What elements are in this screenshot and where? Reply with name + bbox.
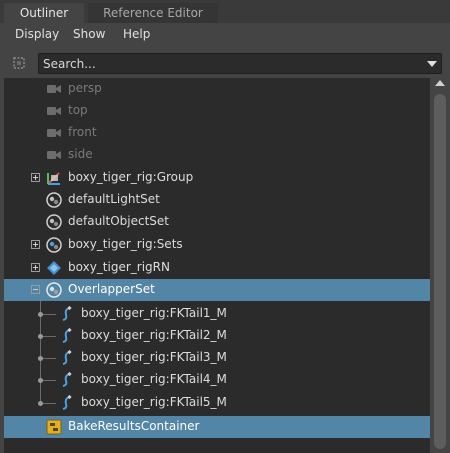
- menu-help[interactable]: Help: [123, 27, 150, 41]
- curve-icon: [62, 372, 72, 387]
- camera-icon: [47, 107, 61, 115]
- curve-icon: [62, 306, 72, 321]
- search-placeholder: Search...: [43, 57, 96, 71]
- menu-bar: Display Show Help: [0, 23, 450, 47]
- tree-row-reference-node[interactable]: boxy_tiger_rigRN: [4, 257, 430, 279]
- group-node-icon: [47, 172, 60, 185]
- tree-label: side: [68, 147, 93, 161]
- curve-icon: [62, 350, 72, 365]
- tree-row-default-object-set[interactable]: defaultObjectSet: [4, 211, 430, 233]
- tree-label: boxy_tiger_rig:Sets: [68, 237, 183, 251]
- tree-node-dot: [38, 334, 43, 339]
- vertical-scrollbar[interactable]: [431, 78, 450, 453]
- scrollbar-thumb[interactable]: [434, 94, 446, 449]
- reference-node-icon: [47, 261, 61, 275]
- filter-icon[interactable]: [11, 55, 27, 71]
- set-icon: [46, 282, 62, 298]
- camera-icon: [47, 151, 61, 159]
- tree-label: boxy_tiger_rig:FKTail4_M: [81, 372, 227, 386]
- tree-label: boxy_tiger_rig:FKTail2_M: [81, 328, 227, 342]
- curve-icon: [62, 395, 72, 410]
- tree-row-fk-tail-1[interactable]: boxy_tiger_rig:FKTail1_M: [4, 303, 430, 325]
- set-icon: [46, 214, 62, 230]
- tree-row-default-light-set[interactable]: defaultLightSet: [4, 189, 430, 211]
- tree-node-dot: [38, 378, 43, 383]
- tab-reference-editor[interactable]: Reference Editor: [88, 3, 218, 23]
- tree-row-overlapper-set[interactable]: OverlapperSet: [4, 279, 430, 301]
- tree-row-fk-tail-5[interactable]: boxy_tiger_rig:FKTail5_M: [4, 392, 430, 414]
- search-dropdown-icon[interactable]: [427, 61, 437, 67]
- tree-label: defaultLightSet: [68, 192, 160, 206]
- camera-icon: [47, 85, 61, 93]
- tab-bar: Outliner Reference Editor: [0, 0, 450, 23]
- search-input[interactable]: Search...: [38, 53, 442, 74]
- tree-label: boxy_tiger_rig:FKTail5_M: [81, 395, 227, 409]
- tree-label: BakeResultsContainer: [68, 419, 200, 433]
- tree-row-side[interactable]: side: [4, 144, 430, 166]
- collapse-toggle[interactable]: [31, 285, 40, 294]
- search-row: Search...: [0, 48, 450, 78]
- expand-toggle[interactable]: [31, 240, 40, 249]
- set-icon: [46, 237, 62, 253]
- menu-show[interactable]: Show: [73, 27, 105, 41]
- tree-row-fk-tail-4[interactable]: boxy_tiger_rig:FKTail4_M: [4, 369, 430, 391]
- tree-label: persp: [68, 81, 102, 95]
- scroll-up-icon[interactable]: [435, 80, 445, 86]
- camera-icon: [47, 129, 61, 137]
- tree-label: boxy_tiger_rig:FKTail1_M: [81, 306, 227, 320]
- curve-icon: [62, 328, 72, 343]
- menu-display[interactable]: Display: [15, 27, 59, 41]
- tab-outliner[interactable]: Outliner: [4, 3, 84, 23]
- tree-row-front[interactable]: front: [4, 122, 430, 144]
- tree-row-fk-tail-3[interactable]: boxy_tiger_rig:FKTail3_M: [4, 347, 430, 369]
- tree-label: defaultObjectSet: [68, 214, 170, 228]
- tree-label: boxy_tiger_rig:Group: [68, 170, 194, 184]
- container-icon: [46, 419, 62, 435]
- tree-label: OverlapperSet: [68, 282, 155, 296]
- tree-row-sets[interactable]: boxy_tiger_rig:Sets: [4, 234, 430, 256]
- tree-label: front: [68, 125, 97, 139]
- set-icon: [46, 192, 62, 208]
- tree-label: top: [68, 103, 88, 117]
- tree-node-dot: [38, 356, 43, 361]
- outliner-tree[interactable]: persp top front side boxy_tiger_rig:Grou…: [4, 78, 430, 453]
- tree-row-persp[interactable]: persp: [4, 78, 430, 100]
- expand-toggle[interactable]: [31, 263, 40, 272]
- tree-row-fk-tail-2[interactable]: boxy_tiger_rig:FKTail2_M: [4, 325, 430, 347]
- tree-node-dot: [38, 312, 43, 317]
- tree-label: boxy_tiger_rigRN: [68, 260, 170, 274]
- expand-toggle[interactable]: [31, 173, 40, 182]
- tree-row-top[interactable]: top: [4, 100, 430, 122]
- tree-label: boxy_tiger_rig:FKTail3_M: [81, 350, 227, 364]
- tree-row-group[interactable]: boxy_tiger_rig:Group: [4, 167, 430, 189]
- tree-node-dot: [38, 401, 43, 406]
- tree-row-bake-results-container[interactable]: BakeResultsContainer: [4, 416, 430, 438]
